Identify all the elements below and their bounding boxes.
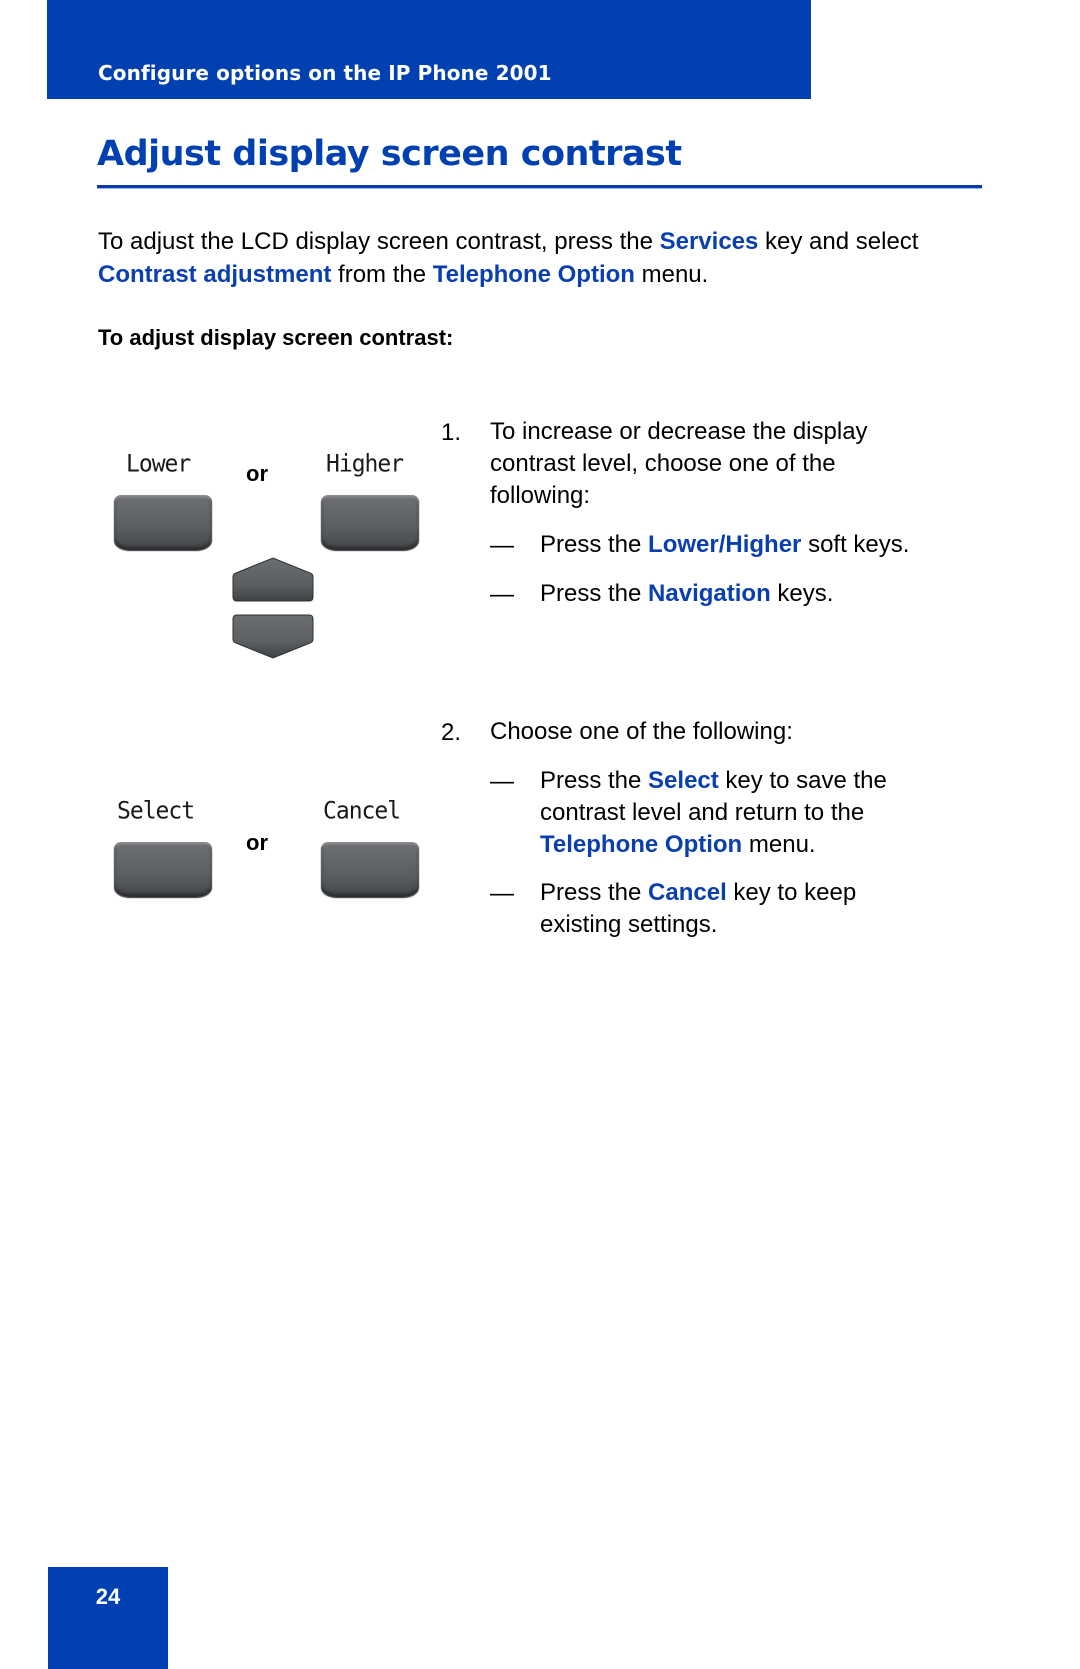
- page-number-box: 24: [48, 1567, 168, 1669]
- option-cancel: Press the Cancel key to keep existing se…: [540, 877, 940, 941]
- intro-text: key and select: [758, 228, 919, 255]
- lower-higher-term: Lower/Higher: [648, 531, 802, 558]
- option-text: keys.: [770, 580, 834, 607]
- cancel-term: Cancel: [648, 879, 727, 906]
- step-text: Choose one of the following:: [490, 718, 793, 745]
- lcd-label-higher: Higher: [326, 450, 404, 478]
- intro-paragraph: To adjust the LCD display screen contras…: [98, 225, 978, 291]
- step-number: 2.: [441, 719, 462, 746]
- procedure-heading: To adjust display screen contrast:: [98, 325, 454, 350]
- select-soft-key[interactable]: [114, 842, 212, 897]
- contrast-adjustment-term: Contrast adjustment: [98, 261, 332, 288]
- navigation-term: Navigation: [648, 580, 771, 607]
- higher-soft-key[interactable]: [321, 495, 419, 550]
- option-navigation: Press the Navigation keys.: [540, 578, 980, 610]
- option-text: Press the: [540, 580, 649, 607]
- services-key-term: Services: [659, 228, 759, 255]
- option-dash: —: [490, 532, 514, 559]
- navigation-up-key[interactable]: [232, 557, 314, 603]
- option-dash: —: [490, 581, 514, 608]
- select-term: Select: [648, 767, 719, 794]
- lcd-label-select: Select: [117, 797, 195, 825]
- option-dash: —: [490, 880, 514, 907]
- section-title: Configure options on the IP Phone 2001: [98, 61, 552, 85]
- or-label: or: [246, 461, 268, 486]
- option-text: Press the: [540, 767, 649, 794]
- section-header-bar: Configure options on the IP Phone 2001: [47, 0, 811, 99]
- page-number: 24: [95, 1584, 121, 1609]
- or-label: or: [246, 830, 268, 855]
- title-underline: [97, 185, 982, 189]
- option-text: soft keys.: [801, 531, 910, 558]
- page-title: Adjust display screen contrast: [97, 134, 682, 174]
- intro-text: from the: [331, 261, 433, 288]
- lcd-label-lower: Lower: [126, 450, 191, 478]
- option-text: Press the: [540, 879, 649, 906]
- cancel-soft-key[interactable]: [321, 842, 419, 897]
- lcd-label-cancel: Cancel: [323, 797, 401, 825]
- telephone-option-term: Telephone Option: [540, 831, 743, 858]
- intro-text: menu.: [634, 261, 709, 288]
- lower-soft-key[interactable]: [114, 495, 212, 550]
- option-text: Press the: [540, 531, 649, 558]
- option-text: menu.: [742, 831, 816, 858]
- option-select: Press the Select key to save the contras…: [540, 765, 950, 861]
- option-dash: —: [490, 768, 514, 795]
- telephone-option-term: Telephone Option: [432, 261, 635, 288]
- step-text: To increase or decrease the display cont…: [490, 418, 868, 509]
- option-lower-higher: Press the Lower/Higher soft keys.: [540, 529, 980, 561]
- step-number: 1.: [441, 419, 462, 446]
- intro-text: To adjust the LCD display screen contras…: [98, 228, 660, 255]
- navigation-down-key[interactable]: [232, 613, 314, 659]
